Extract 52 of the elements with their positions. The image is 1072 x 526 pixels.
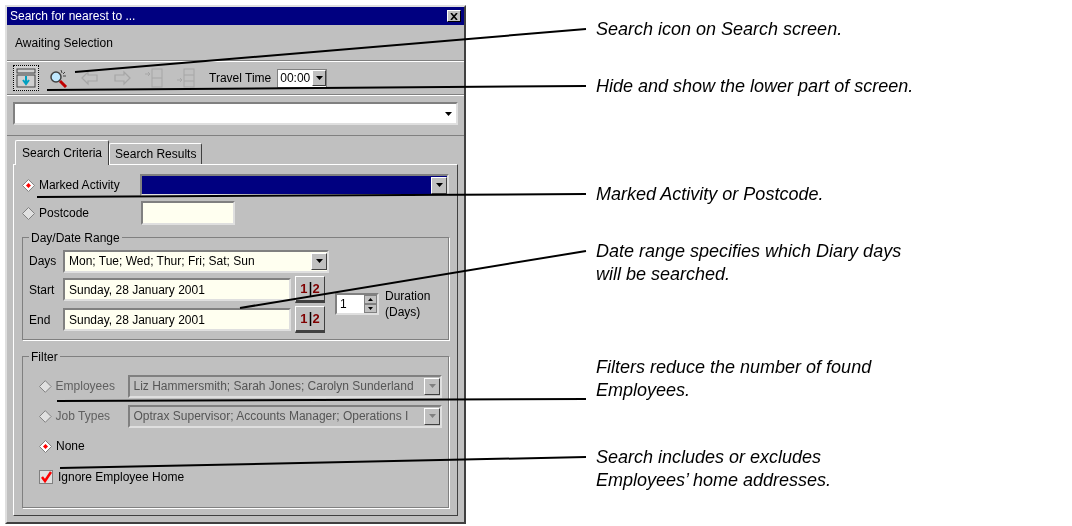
date-field[interactable]: Sunday, 28 January 2001 xyxy=(63,278,291,301)
radio-label: Marked Activity xyxy=(38,177,121,194)
checkbox-label: Ignore Employee Home xyxy=(58,469,185,486)
dropdown-arrow-icon xyxy=(315,259,323,263)
field-label: End xyxy=(29,311,52,329)
dropdown-arrow-icon xyxy=(428,384,436,388)
toolbar-button[interactable] xyxy=(13,65,39,91)
panel-icon xyxy=(176,68,196,88)
travel-time-field[interactable]: 00:00 xyxy=(277,68,328,88)
close-button[interactable] xyxy=(447,10,461,22)
field-label: Start xyxy=(29,281,56,299)
collapse-icon xyxy=(16,68,36,88)
radio-label: None xyxy=(56,438,86,455)
callout-text: Marked Activity or Postcode. xyxy=(596,183,824,206)
postcode-field[interactable] xyxy=(141,201,235,225)
right-arrow-icon xyxy=(112,68,132,88)
search-icon xyxy=(48,68,68,88)
activity-dropdown[interactable] xyxy=(140,174,449,196)
divider-icon xyxy=(308,281,312,296)
tab[interactable]: Search Results xyxy=(109,143,203,164)
dropdown-arrow-icon xyxy=(315,76,323,80)
dropdown-arrow-icon xyxy=(435,183,443,187)
radio-button[interactable] xyxy=(22,206,35,220)
duration-spinner[interactable]: 1 xyxy=(335,292,379,315)
calendar-button[interactable]: 1 2 xyxy=(295,276,325,303)
radio-button[interactable] xyxy=(39,439,52,453)
checkbox[interactable] xyxy=(39,470,53,484)
dropdown-arrow-icon xyxy=(444,111,452,116)
radio-label: Job Types xyxy=(55,408,112,425)
status-text: Awaiting Selection xyxy=(15,34,113,52)
radio-button[interactable] xyxy=(22,178,35,192)
dropdown-arrow-icon xyxy=(428,414,436,418)
radio-label: Postcode xyxy=(39,205,91,222)
search-combo[interactable] xyxy=(13,102,458,125)
field-label: Days xyxy=(29,253,58,270)
close-icon xyxy=(450,12,458,20)
radio-label: Employees xyxy=(55,378,116,395)
duration-label: Duration (Days) xyxy=(385,287,432,320)
tab[interactable]: Search Criteria xyxy=(15,140,110,165)
spinner-arrows-icon xyxy=(364,294,377,313)
callout-text: Search icon on Search screen. xyxy=(596,18,843,41)
days-dropdown[interactable]: Mon; Tue; Wed; Thur; Fri; Sat; Sun xyxy=(63,249,329,273)
callout-text: Date range specifies which Diary days will be searched. xyxy=(596,240,902,286)
date-field[interactable]: Sunday, 28 January 2001 xyxy=(63,308,291,331)
callout-text: Hide and show the lower part of screen. xyxy=(596,75,914,98)
callout-text: Filters reduce the number of found Employees. xyxy=(596,356,872,402)
divider-icon xyxy=(308,311,312,326)
window-title: Search for nearest to ... xyxy=(10,8,136,25)
calendar-button[interactable]: 1 2 xyxy=(295,306,325,333)
callout-text: Search includes or excludes Employees’ home addresses. xyxy=(596,446,832,492)
panel-icon xyxy=(144,68,164,88)
travel-time-label: Travel Time xyxy=(209,70,272,87)
